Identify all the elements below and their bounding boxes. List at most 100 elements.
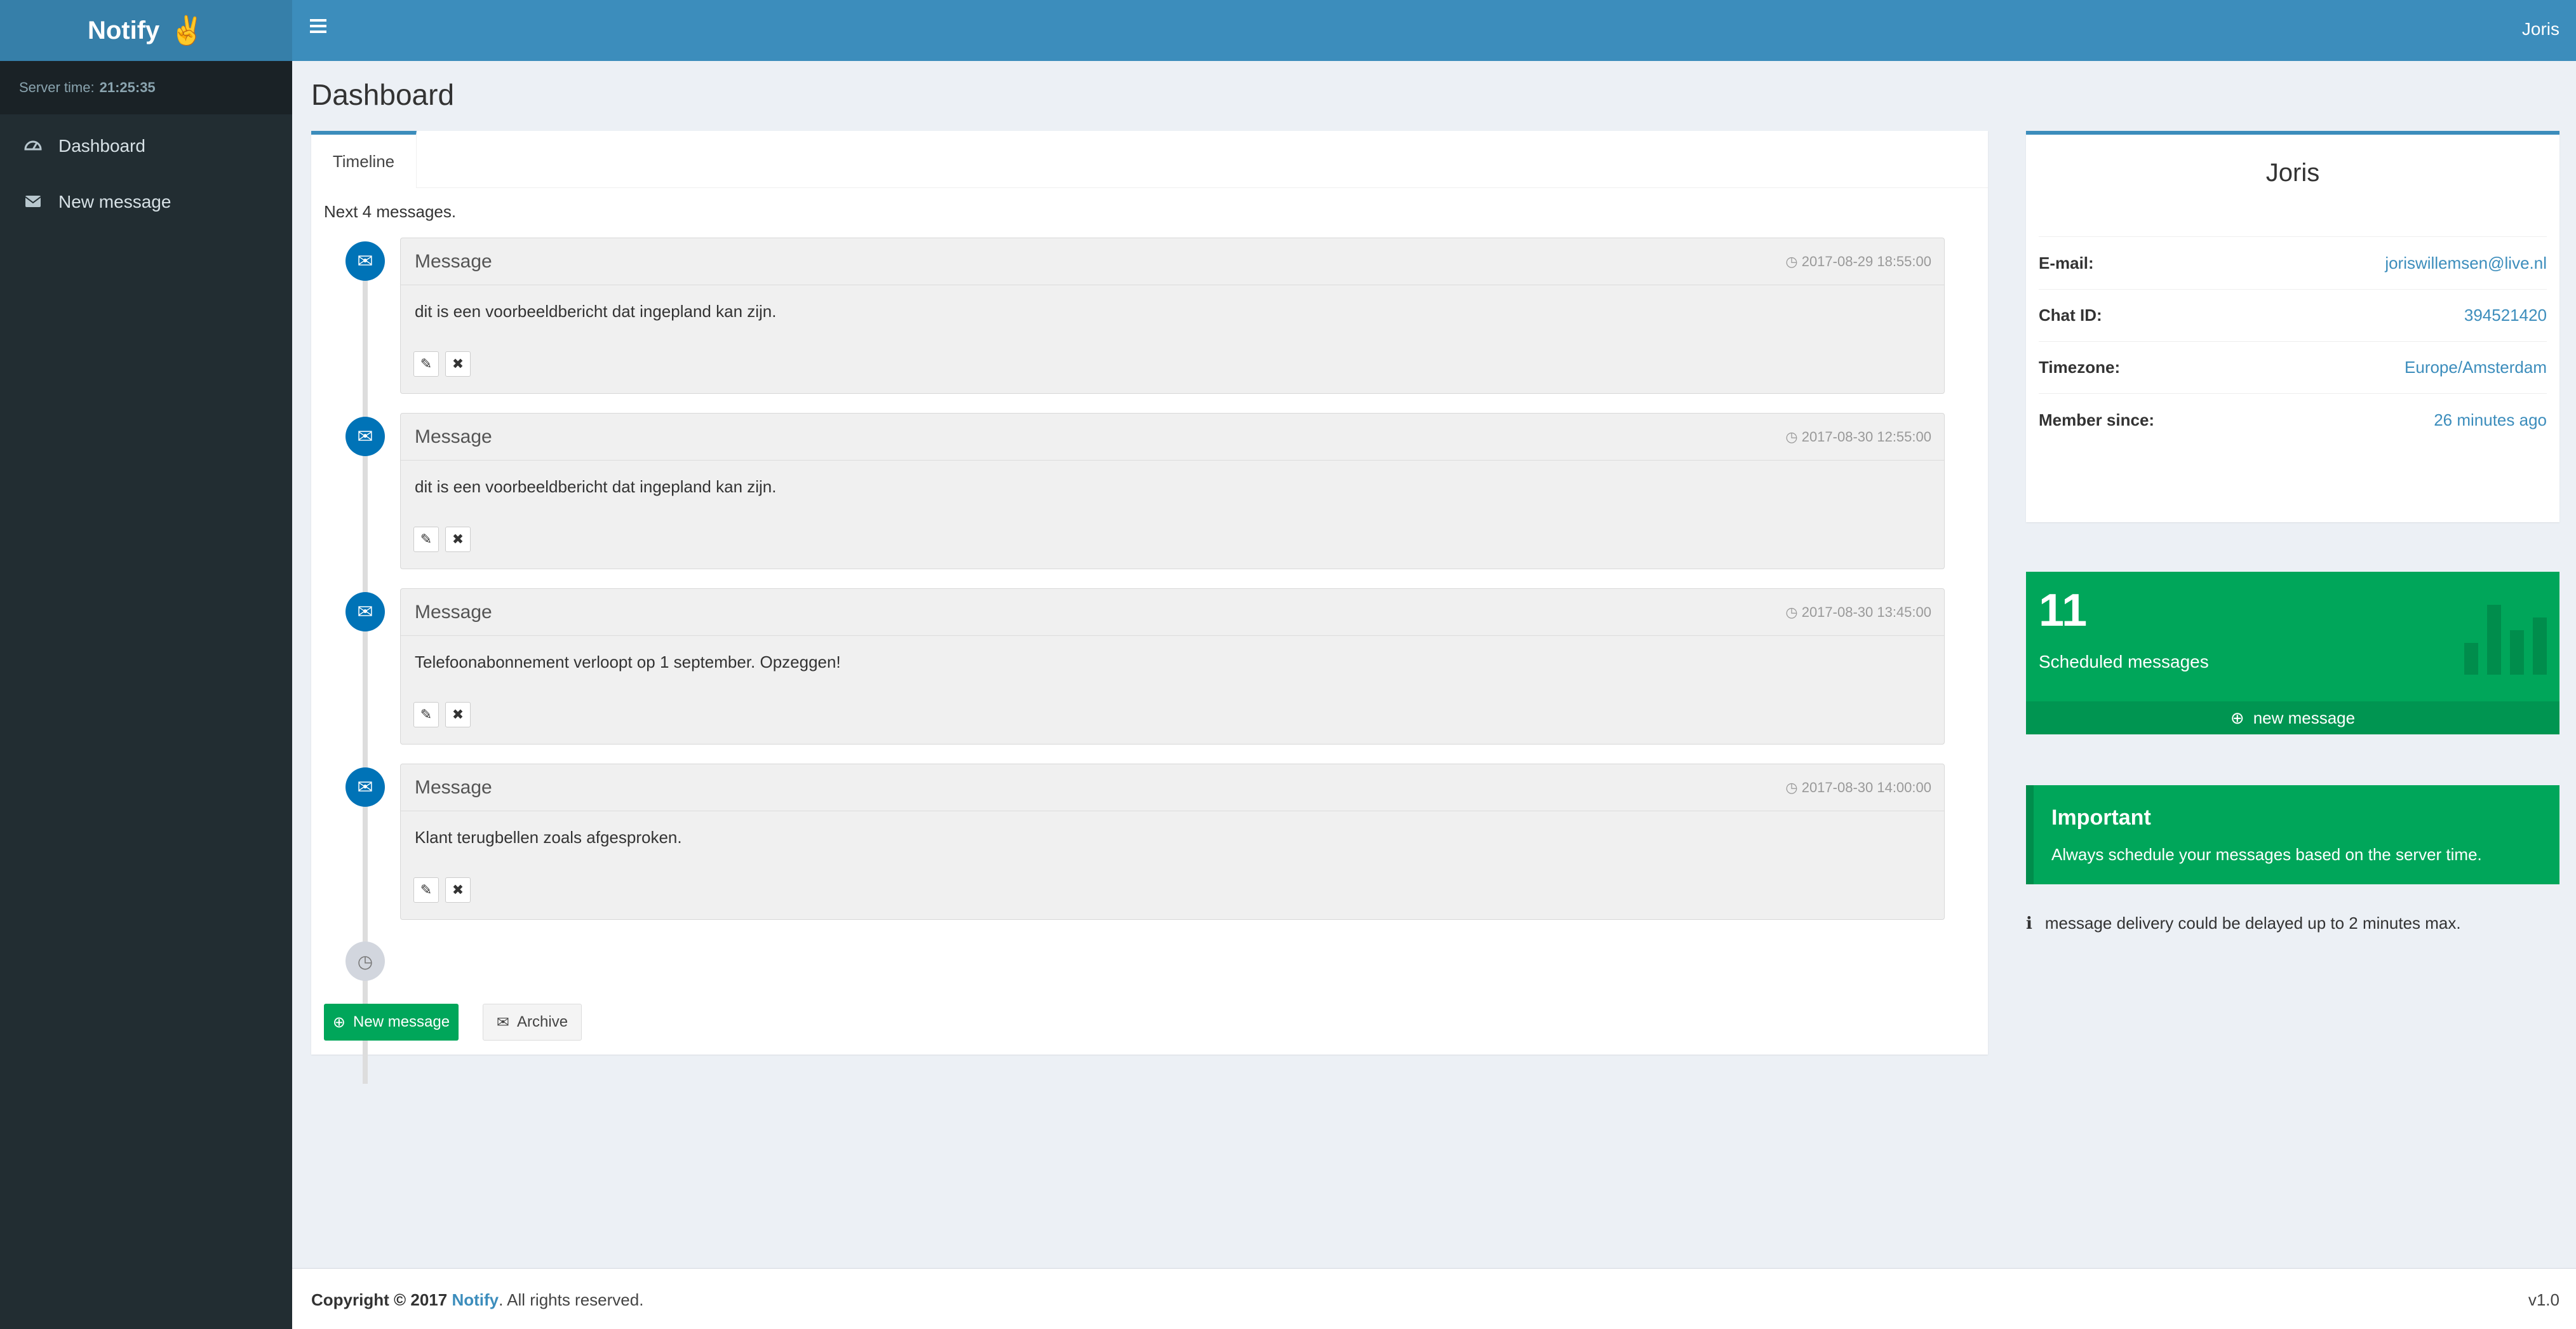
profile-key: Member since:: [2039, 410, 2155, 429]
chat-id-link[interactable]: 394521420: [2464, 306, 2547, 325]
close-icon: ✖: [452, 531, 464, 547]
clock-icon: ◷: [345, 941, 385, 981]
divider: [2039, 236, 2547, 237]
timeline-item: ✉ Message ◷ 2017-08-30 14:00:00 Klant te…: [311, 764, 1988, 920]
message-card: Message ◷ 2017-08-30 14:00:00 Klant teru…: [400, 764, 1945, 920]
callout-text: Always schedule your messages based on t…: [2051, 845, 2482, 864]
pencil-icon: ✎: [420, 706, 433, 722]
message-body: dit is een voorbeeldbericht dat ingeplan…: [415, 302, 777, 321]
envelope-icon: [23, 192, 43, 212]
edit-button[interactable]: ✎: [413, 351, 439, 377]
brand-link[interactable]: Notify: [452, 1290, 499, 1309]
rock-hand-icon: ✌: [170, 15, 205, 46]
sidebar-item-new-message[interactable]: New message: [0, 174, 292, 230]
close-icon: ✖: [452, 706, 464, 722]
menu-toggle-icon[interactable]: [310, 19, 326, 36]
new-message-button[interactable]: ⊕ New message: [324, 1004, 459, 1041]
scheduled-count: 11: [2039, 585, 2088, 636]
delete-button[interactable]: ✖: [445, 702, 471, 727]
bar-chart-icon: [2464, 598, 2547, 678]
envelope-icon: ✉: [345, 417, 385, 456]
sidebar-item-label: New message: [58, 192, 171, 212]
rights-text: . All rights reserved.: [499, 1290, 644, 1309]
message-title: Message: [415, 602, 492, 623]
timezone-link[interactable]: Europe/Amsterdam: [2405, 358, 2547, 377]
message-title: Message: [415, 251, 492, 272]
dashboard-icon: [23, 137, 43, 156]
message-time: ◷ 2017-08-29 18:55:00: [1785, 253, 1931, 269]
delivery-note: i message delivery could be delayed up t…: [2026, 914, 2461, 933]
sidebar-item-label: Dashboard: [58, 136, 145, 156]
message-time: ◷ 2017-08-30 13:45:00: [1785, 604, 1931, 620]
pencil-icon: ✎: [420, 531, 433, 547]
message-time: ◷ 2017-08-30 14:00:00: [1785, 779, 1931, 795]
new-message-label: New message: [353, 1013, 450, 1030]
note-text: message delivery could be delayed up to …: [2044, 914, 2461, 933]
edit-button[interactable]: ✎: [413, 527, 439, 552]
member-since-link[interactable]: 26 minutes ago: [2434, 410, 2547, 430]
app-logo[interactable]: Notify ✌: [0, 0, 292, 61]
timeline-item: ✉ Message ◷ 2017-08-29 18:55:00 dit is e…: [311, 238, 1988, 394]
server-time: Server time: 21:25:35: [0, 61, 292, 114]
app-name: Notify: [87, 16, 160, 44]
close-icon: ✖: [452, 882, 464, 898]
timeline-panel: Timeline Next 4 messages. ✉ Message ◷ 20…: [311, 131, 1988, 1084]
profile-row-member-since: Member since: 26 minutes ago: [2039, 394, 2547, 446]
new-message-link-label: new message: [2253, 708, 2356, 727]
tab-timeline[interactable]: Timeline: [311, 131, 417, 188]
copyright: Copyright © 2017 Notify. All rights rese…: [311, 1290, 643, 1310]
profile-row-chat-id: Chat ID: 394521420: [2039, 290, 2547, 342]
profile-row-timezone: Timezone: Europe/Amsterdam: [2039, 342, 2547, 394]
message-header: Message ◷ 2017-08-30 14:00:00: [401, 764, 1944, 811]
close-icon: ✖: [452, 356, 464, 372]
server-time-value: 21:25:35: [99, 79, 156, 95]
edit-button[interactable]: ✎: [413, 702, 439, 727]
delete-button[interactable]: ✖: [445, 877, 471, 903]
page-footer: Copyright © 2017 Notify. All rights rese…: [292, 1268, 2576, 1329]
message-body: Klant terugbellen zoals afgesproken.: [415, 828, 682, 847]
profile-row-email: E-mail: joriswillemsen@live.nl: [2039, 238, 2547, 290]
message-time: ◷ 2017-08-30 12:55:00: [1785, 429, 1931, 445]
message-body: dit is een voorbeeldbericht dat ingeplan…: [415, 477, 777, 496]
clock-icon: ◷: [1785, 429, 1802, 445]
edit-button[interactable]: ✎: [413, 877, 439, 903]
plus-circle-icon: ⊕: [332, 1013, 346, 1031]
message-title: Message: [415, 426, 492, 447]
timeline-summary: Next 4 messages.: [324, 202, 457, 221]
plus-circle-icon: ⊕: [2230, 708, 2244, 727]
info-icon: i: [2026, 914, 2032, 933]
timeline-item: ✉ Message ◷ 2017-08-30 13:45:00 Telefoon…: [311, 588, 1988, 745]
scheduled-messages-box: 11 Scheduled messages ⊕ new message: [2026, 572, 2559, 734]
archive-label: Archive: [517, 1013, 568, 1030]
top-header: Joris: [292, 0, 2576, 61]
archive-button[interactable]: ✉ Archive: [483, 1004, 582, 1041]
message-header: Message ◷ 2017-08-30 13:45:00: [401, 589, 1944, 636]
profile-key: Timezone:: [2039, 358, 2121, 377]
important-callout: Important Always schedule your messages …: [2026, 785, 2559, 884]
envelope-icon: ✉: [345, 767, 385, 807]
callout-title: Important: [2051, 806, 2151, 830]
profile-name: Joris: [2265, 159, 2320, 187]
user-menu[interactable]: Joris: [2522, 19, 2559, 39]
message-header: Message ◷ 2017-08-29 18:55:00: [401, 238, 1944, 285]
copyright-text: Copyright © 2017: [311, 1290, 448, 1309]
delete-button[interactable]: ✖: [445, 527, 471, 552]
clock-icon: ◷: [1785, 779, 1802, 795]
message-card: Message ◷ 2017-08-29 18:55:00 dit is een…: [400, 238, 1945, 394]
message-header: Message ◷ 2017-08-30 12:55:00: [401, 414, 1944, 461]
message-title: Message: [415, 777, 492, 798]
pencil-icon: ✎: [420, 356, 433, 372]
clock-icon: ◷: [1785, 253, 1802, 269]
delete-button[interactable]: ✖: [445, 351, 471, 377]
sidebar: Notify ✌ Server time: 21:25:35 Dashboard…: [0, 0, 292, 1329]
profile-key: E-mail:: [2039, 253, 2094, 273]
timeline-item: ✉ Message ◷ 2017-08-30 12:55:00 dit is e…: [311, 413, 1988, 569]
server-time-label: Server time:: [19, 79, 95, 95]
message-card: Message ◷ 2017-08-30 12:55:00 dit is een…: [400, 413, 1945, 569]
envelope-icon: ✉: [496, 1013, 510, 1031]
message-body: Telefoonabonnement verloopt op 1 septemb…: [415, 652, 841, 671]
pencil-icon: ✎: [420, 882, 433, 898]
sidebar-item-dashboard[interactable]: Dashboard: [0, 118, 292, 174]
email-link[interactable]: joriswillemsen@live.nl: [2385, 253, 2547, 273]
new-message-link[interactable]: ⊕ new message: [2026, 701, 2559, 734]
